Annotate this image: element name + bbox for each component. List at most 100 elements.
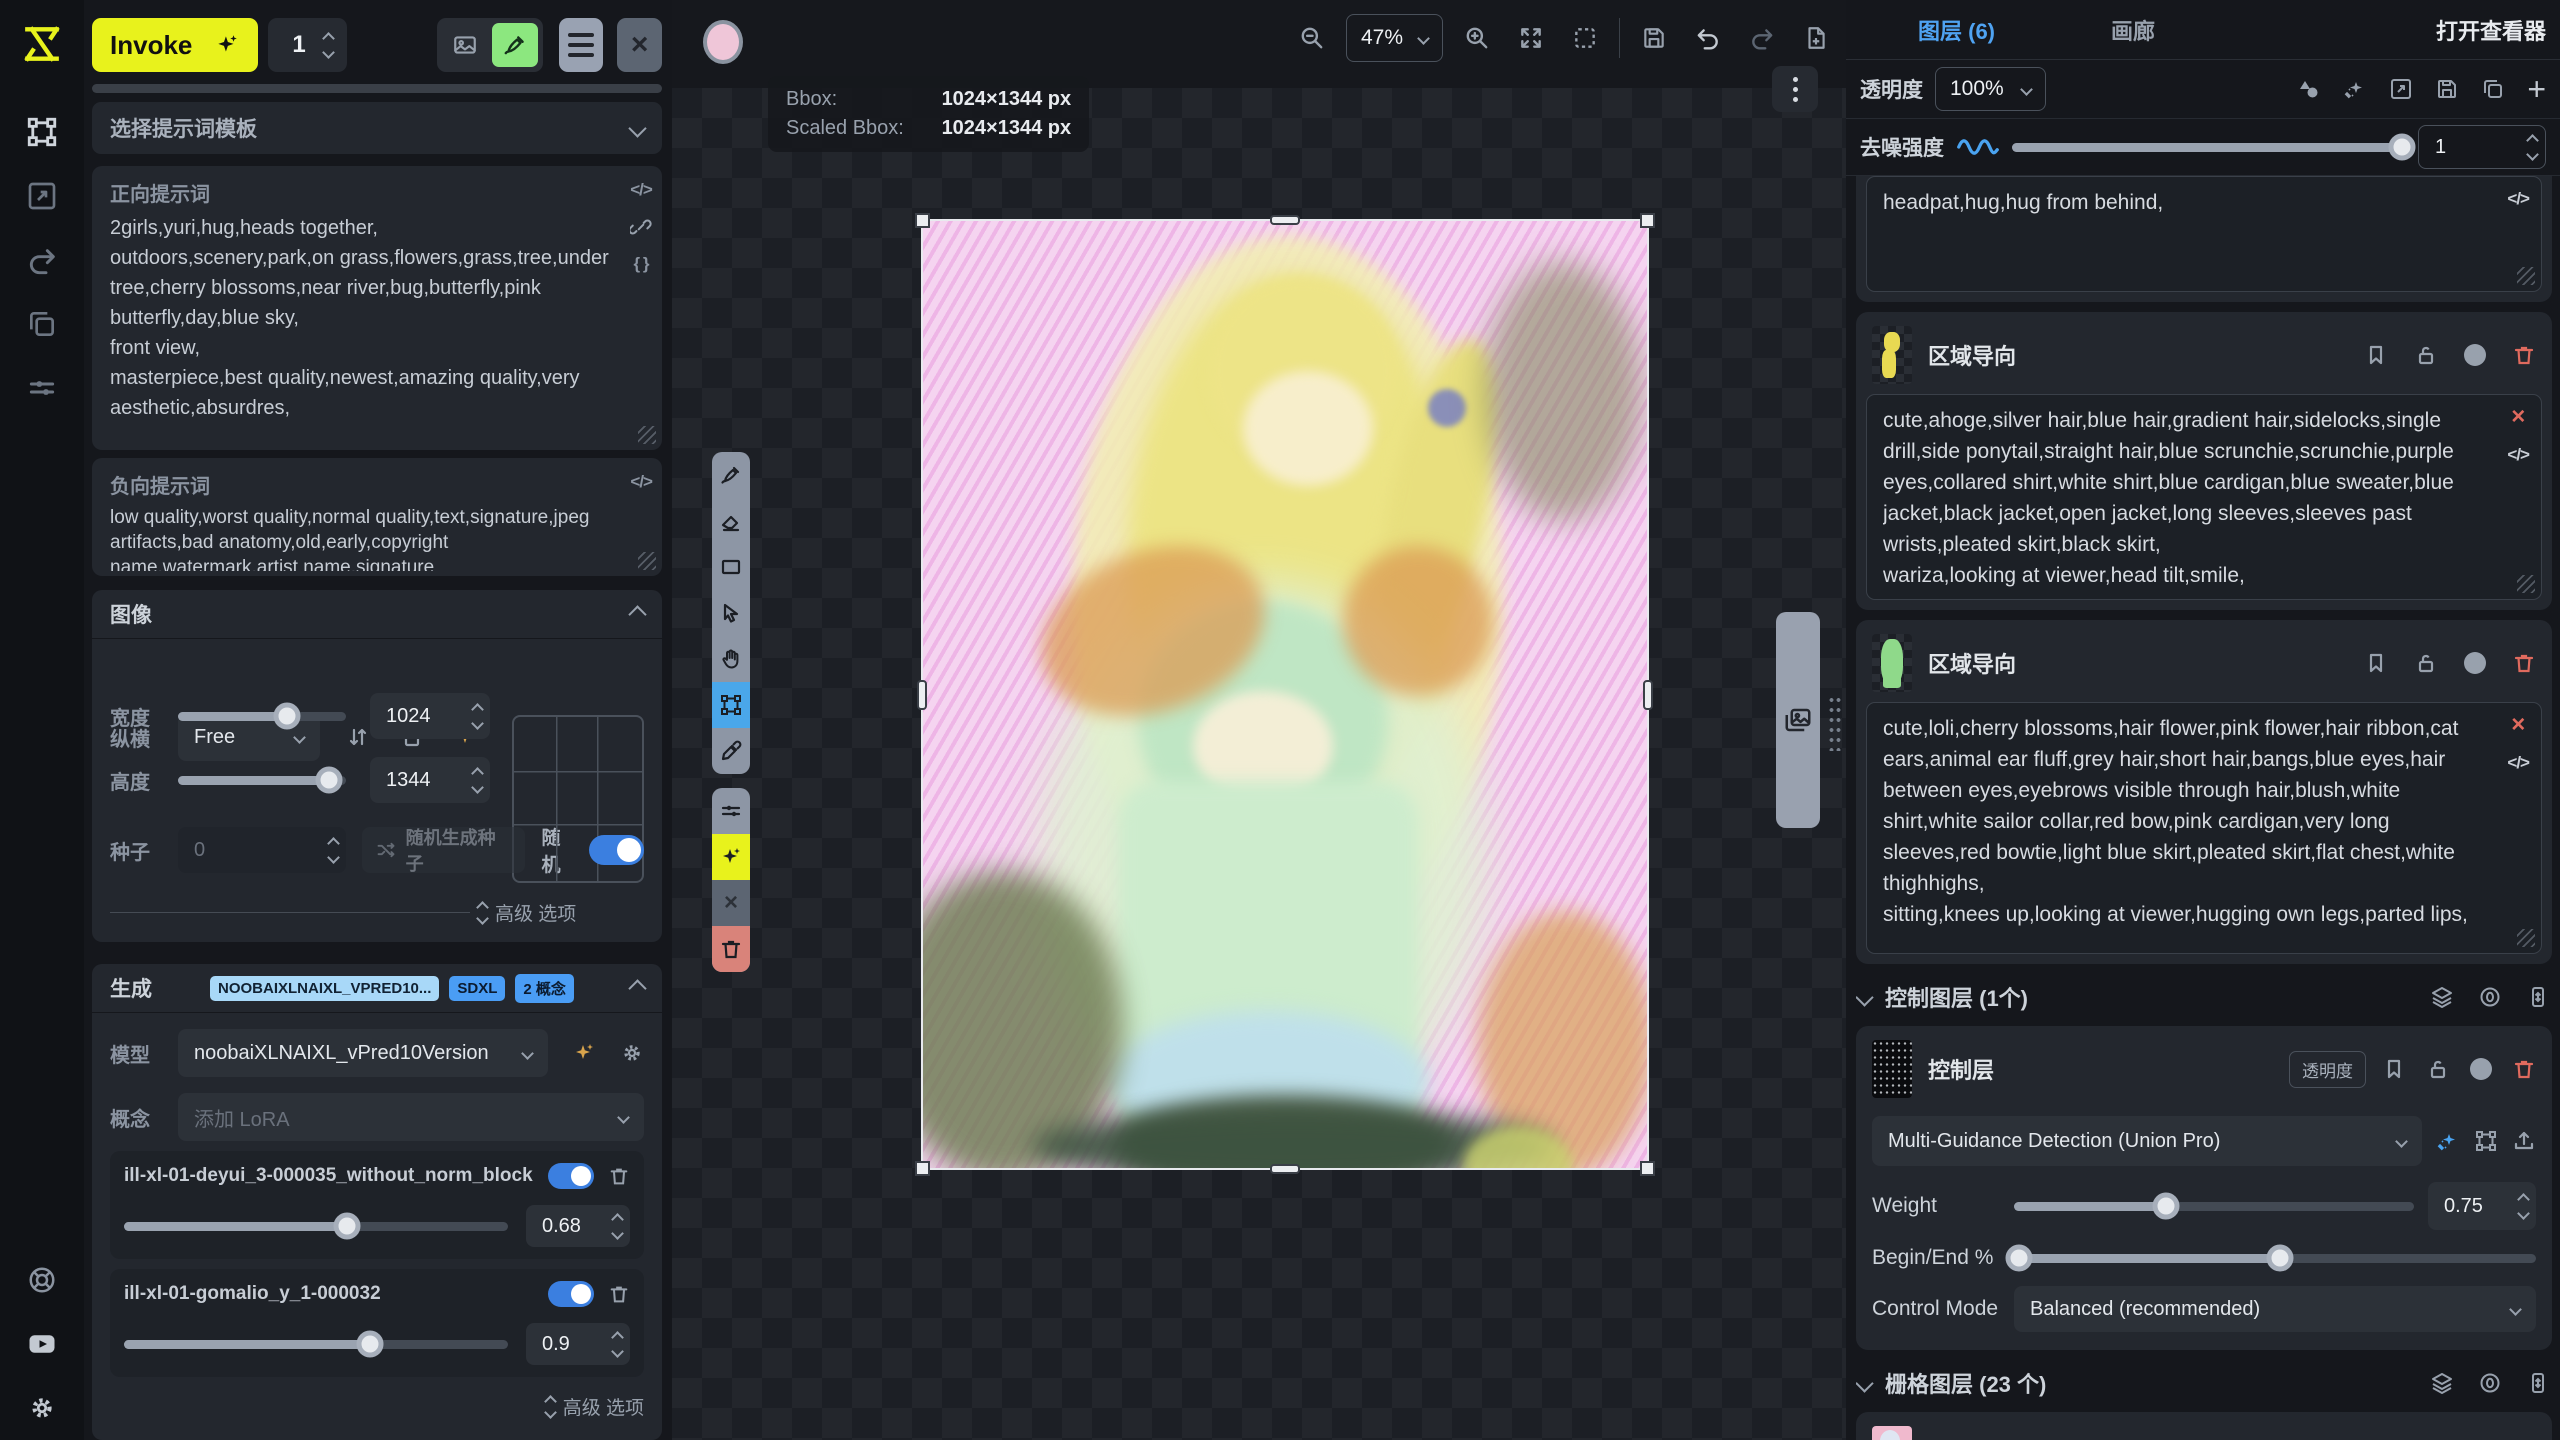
- visibility-dot[interactable]: [2470, 1058, 2492, 1080]
- bbox-handle-w[interactable]: [917, 680, 927, 710]
- layers-stack-icon[interactable]: [2430, 985, 2454, 1009]
- code-icon[interactable]: </>: [630, 180, 652, 200]
- lora-weight-input[interactable]: 0.9: [526, 1323, 630, 1365]
- bookmark-icon[interactable]: [2364, 651, 2388, 675]
- redo-icon[interactable]: [1742, 18, 1782, 58]
- queue-count-box[interactable]: 1: [268, 18, 346, 72]
- link-icon[interactable]: [630, 216, 652, 238]
- code-icon[interactable]: </>: [2507, 189, 2529, 209]
- control-layers-section-header[interactable]: 控制图层 (1个): [1858, 974, 2550, 1020]
- lock-icon[interactable]: [2414, 651, 2438, 675]
- model-sparkle-icon[interactable]: [572, 1041, 596, 1065]
- visibility-dot[interactable]: [2464, 344, 2486, 366]
- brush-tool[interactable]: [712, 452, 750, 498]
- height-slider[interactable]: [178, 776, 346, 785]
- tab-layers[interactable]: 图层 (6): [1860, 14, 2053, 46]
- collapse-icon[interactable]: [628, 605, 646, 623]
- lora-enabled-toggle[interactable]: [548, 1163, 594, 1189]
- control-mode-select[interactable]: Balanced (recommended): [2014, 1286, 2536, 1332]
- bbox-handle-e[interactable]: [1643, 680, 1653, 710]
- fit-bbox-icon[interactable]: [2474, 1129, 2498, 1153]
- process-sparkle-icon[interactable]: [2436, 1129, 2460, 1153]
- send-to-gallery-button[interactable]: [442, 23, 488, 67]
- lora-enabled-toggle[interactable]: [548, 1281, 594, 1307]
- add-lora-select[interactable]: 添加 LoRA: [178, 1093, 644, 1141]
- code-icon[interactable]: </>: [630, 472, 652, 492]
- layer-opacity-button[interactable]: 透明度: [2289, 1051, 2366, 1088]
- control-layer[interactable]: 控制层 透明度 Multi-Guidance Detection (Union …: [1856, 1026, 2552, 1350]
- regional-guidance-layer[interactable]: 区域导向 cute,loli,cherry blossoms,hair flow…: [1856, 620, 2552, 964]
- begin-end-slider[interactable]: [2014, 1254, 2536, 1263]
- lora-delete-icon[interactable]: [608, 1283, 630, 1305]
- tab-upscaling[interactable]: [15, 169, 69, 223]
- bbox-handle-ne[interactable]: [1640, 213, 1655, 228]
- model-settings-icon[interactable]: [620, 1041, 644, 1065]
- transform-button[interactable]: [712, 788, 750, 834]
- lock-icon[interactable]: [2414, 343, 2438, 367]
- queue-count-stepper[interactable]: [316, 34, 341, 57]
- panel-resize-grip[interactable]: [1828, 695, 1842, 751]
- bookmark-icon[interactable]: [2382, 1057, 2406, 1081]
- undo-icon[interactable]: [1688, 18, 1728, 58]
- opacity-select[interactable]: 100%: [1935, 67, 2046, 111]
- model-select[interactable]: noobaiXLNAIXL_vPred10Version: [178, 1029, 548, 1077]
- rect-tool[interactable]: [712, 544, 750, 590]
- new-canvas-icon[interactable]: [1796, 18, 1836, 58]
- canvas-area[interactable]: Bbox: 1024×1344 px Scaled Bbox: 1024×134…: [672, 0, 1846, 1440]
- seed-input[interactable]: 0: [178, 827, 346, 873]
- raster-layers-section-header[interactable]: 栅格图层 (23 个): [1858, 1360, 2550, 1406]
- merge-visible-icon[interactable]: [2526, 1371, 2550, 1395]
- width-input[interactable]: 1024: [370, 693, 490, 739]
- fit-to-view-icon[interactable]: [1511, 18, 1551, 58]
- prompt-template-select[interactable]: 选择提示词模板: [92, 102, 662, 154]
- braces-icon[interactable]: { }: [634, 254, 649, 274]
- generation-advanced-row[interactable]: 高级 选项: [92, 1387, 662, 1420]
- generation-bbox[interactable]: [923, 221, 1647, 1168]
- code-icon[interactable]: </>: [2507, 753, 2529, 773]
- delete-layer-icon[interactable]: [2512, 1057, 2536, 1081]
- save-canvas-icon[interactable]: [1634, 18, 1674, 58]
- code-icon[interactable]: </>: [2507, 445, 2529, 465]
- positive-prompt-input[interactable]: 2girls,yuri,hug,heads together, outdoors…: [110, 213, 618, 431]
- lock-icon[interactable]: [2426, 1057, 2450, 1081]
- collapse-icon[interactable]: [628, 979, 646, 997]
- save-layer-icon[interactable]: [2435, 77, 2459, 101]
- pan-tool[interactable]: [712, 636, 750, 682]
- cancel-button[interactable]: ×: [712, 880, 750, 926]
- lora-weight-input[interactable]: 0.68: [526, 1205, 630, 1247]
- bbox-handle-n[interactable]: [1270, 215, 1300, 225]
- resize-grip[interactable]: [638, 552, 656, 570]
- regional-prompt-textarea[interactable]: cute,loli,cherry blossoms,hair flower,pi…: [1866, 702, 2542, 954]
- settings-gear-icon[interactable]: [15, 1381, 69, 1435]
- bookmark-icon[interactable]: [2364, 343, 2388, 367]
- lora-weight-slider[interactable]: [124, 1340, 508, 1349]
- zoom-out-icon[interactable]: [1292, 18, 1332, 58]
- clear-prompt-icon[interactable]: ×: [2511, 715, 2525, 735]
- export-layer-icon[interactable]: [2512, 1129, 2536, 1153]
- random-seed-toggle[interactable]: [589, 835, 644, 865]
- regional-guidance-layer[interactable]: 区域导向 cute,ahoge,silver hair,blue hair,gr…: [1856, 312, 2552, 610]
- random-seed-button[interactable]: 随机生成种子: [362, 827, 526, 873]
- lora-weight-slider[interactable]: [124, 1222, 508, 1231]
- layers-stack-icon[interactable]: [2430, 1371, 2454, 1395]
- denoise-slider[interactable]: [2012, 143, 2406, 152]
- zoom-in-icon[interactable]: [1457, 18, 1497, 58]
- bbox-handle-nw[interactable]: [915, 213, 930, 228]
- bbox-handle-sw[interactable]: [915, 1161, 930, 1176]
- bbox-handle-s[interactable]: [1270, 1164, 1300, 1174]
- negative-prompt-input[interactable]: low quality,worst quality,normal quality…: [110, 505, 618, 571]
- menu-button[interactable]: [559, 18, 604, 72]
- delete-layer-icon[interactable]: [2512, 651, 2536, 675]
- resize-grip[interactable]: [2517, 575, 2535, 593]
- add-layer-button[interactable]: +: [2527, 71, 2546, 108]
- delete-layer-icon[interactable]: [2512, 343, 2536, 367]
- crop-layer-icon[interactable]: [2389, 77, 2413, 101]
- regional-prompt-textarea[interactable]: cute,ahoge,silver hair,blue hair,gradien…: [1866, 394, 2542, 600]
- fit-bbox-icon[interactable]: [1565, 18, 1605, 58]
- canvas-menu-button[interactable]: [1772, 66, 1818, 112]
- send-to-canvas-button[interactable]: [492, 23, 538, 67]
- zoom-level-select[interactable]: 47%: [1346, 14, 1443, 62]
- bbox-handle-se[interactable]: [1640, 1161, 1655, 1176]
- tab-workflows[interactable]: [15, 233, 69, 287]
- resize-grip[interactable]: [2517, 929, 2535, 947]
